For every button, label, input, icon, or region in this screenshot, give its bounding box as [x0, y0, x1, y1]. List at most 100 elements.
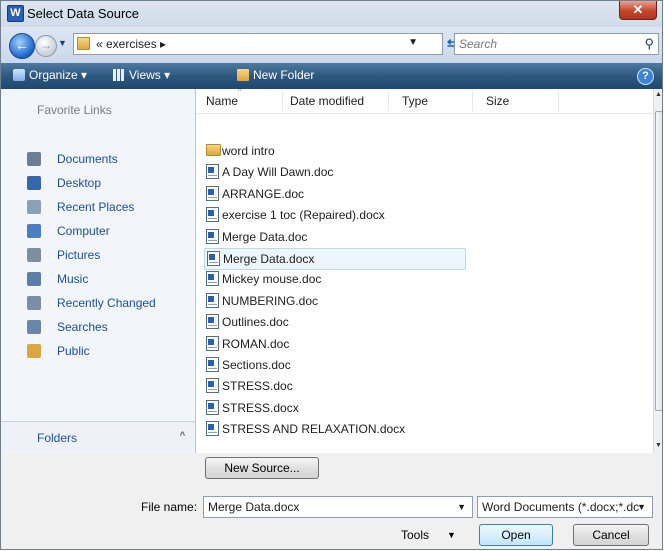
- file-name: A Day Will Dawn.doc: [222, 165, 334, 180]
- column-divider[interactable]: [472, 91, 473, 111]
- file-row[interactable]: A Day Will Dawn.doc: [204, 162, 466, 184]
- new-folder-icon: [237, 69, 249, 81]
- chevron-down-icon[interactable]: ▼: [408, 37, 418, 48]
- file-row[interactable]: NUMBERING.doc: [204, 291, 466, 313]
- folder-icon: [77, 37, 90, 50]
- file-name-label: File name:: [141, 500, 198, 514]
- title-bar: W Select Data Source ✕: [1, 1, 662, 27]
- music-icon: [27, 272, 41, 286]
- file-row[interactable]: STRESS.doc: [204, 376, 466, 398]
- favorite-links-header: Favorite Links: [37, 103, 112, 117]
- file-row[interactable]: ROMAN.doc: [204, 334, 466, 356]
- word-app-icon: W: [7, 5, 24, 22]
- word-document-icon: [206, 357, 219, 372]
- file-name: exercise 1 toc (Repaired).docx: [222, 208, 385, 223]
- file-name-value[interactable]: Merge Data.docx: [208, 500, 299, 514]
- file-type-select[interactable]: Word Documents (*.docx;*.dc ▼: [477, 496, 653, 518]
- file-row[interactable]: STRESS.docx: [204, 398, 466, 420]
- chevron-down-icon[interactable]: ▼: [457, 502, 466, 512]
- tools-button[interactable]: Tools: [401, 528, 429, 542]
- file-name: STRESS AND RELAXATION.docx: [222, 422, 406, 437]
- column-name[interactable]: Name: [206, 94, 238, 108]
- word-document-icon: [206, 164, 219, 180]
- vertical-scrollbar[interactable]: ▲ ▼: [653, 89, 662, 453]
- window-title: Select Data Source: [27, 6, 140, 21]
- word-document-icon: [206, 228, 219, 244]
- favorite-link-label: Recent Places: [57, 200, 135, 214]
- new-folder-label: New Folder: [253, 68, 315, 82]
- help-icon[interactable]: ?: [637, 68, 654, 85]
- navigation-pane: Favorite Links Documents Desktop Recent Pl…: [1, 89, 196, 453]
- favorite-link-label: Public: [57, 344, 90, 358]
- search-input[interactable]: Search ⚲: [454, 33, 659, 55]
- column-divider[interactable]: [388, 91, 389, 111]
- close-button[interactable]: ✕: [619, 1, 657, 20]
- file-name: word intro: [222, 144, 275, 158]
- public-icon: [27, 344, 41, 358]
- file-name: Merge Data.docx: [223, 252, 315, 266]
- file-name: ARRANGE.doc: [222, 186, 305, 201]
- chevron-down-icon[interactable]: ▼: [637, 502, 646, 512]
- chevron-up-icon[interactable]: ^: [180, 430, 185, 442]
- search-icon[interactable]: ⚲: [644, 36, 654, 52]
- word-document-icon: [206, 292, 219, 308]
- file-name-field[interactable]: Merge Data.docx ▼: [203, 496, 473, 518]
- file-name: Merge Data.doc: [222, 229, 308, 244]
- file-name: ROMAN.doc: [222, 336, 290, 351]
- file-row[interactable]: Sections.doc: [204, 355, 466, 377]
- views-button[interactable]: Views ▾: [113, 68, 170, 82]
- column-date-modified[interactable]: Date modified: [290, 94, 364, 108]
- forward-button[interactable]: →: [35, 35, 57, 57]
- recent-pages-dropdown-icon[interactable]: ▼: [58, 38, 67, 48]
- file-row[interactable]: Mickey mouse.doc: [204, 269, 466, 291]
- file-name: STRESS.docx: [222, 400, 299, 415]
- computer-icon: [27, 224, 41, 238]
- searches-icon: [27, 320, 41, 334]
- file-row-selected[interactable]: Merge Data.docx: [204, 248, 466, 270]
- scroll-up-icon[interactable]: ▲: [655, 91, 662, 98]
- open-button[interactable]: Open: [479, 524, 553, 546]
- scroll-down-icon[interactable]: ▼: [655, 442, 662, 449]
- word-document-icon: [206, 421, 219, 437]
- word-document-icon: [206, 399, 219, 415]
- scrollbar-thumb[interactable]: [655, 111, 662, 411]
- file-name: NUMBERING.doc: [222, 293, 319, 308]
- chevron-down-icon[interactable]: ▼: [447, 530, 456, 540]
- column-divider[interactable]: [282, 91, 283, 111]
- dialog-footer: New Source... File name: Merge Data.docx…: [1, 453, 662, 549]
- file-type-value[interactable]: Word Documents (*.docx;*.dc: [482, 500, 639, 514]
- new-source-button[interactable]: New Source...: [205, 457, 319, 479]
- file-name: Outlines.doc: [222, 315, 289, 330]
- file-row[interactable]: exercise 1 toc (Repaired).docx: [204, 205, 466, 227]
- cancel-button[interactable]: Cancel: [573, 524, 649, 546]
- folders-toggle[interactable]: Folders ^: [1, 421, 195, 452]
- file-row[interactable]: ARRANGE.doc: [204, 184, 466, 206]
- documents-icon: [27, 152, 41, 166]
- file-row[interactable]: Outlines.doc: [204, 312, 466, 334]
- column-type[interactable]: Type: [402, 94, 428, 108]
- select-data-source-dialog: W Select Data Source ✕ ← → ▼ « exercises…: [0, 0, 663, 550]
- file-row[interactable]: Merge Data.doc: [204, 227, 466, 249]
- file-row[interactable]: word intro: [204, 141, 466, 163]
- views-icon: [113, 69, 125, 81]
- breadcrumb[interactable]: « exercises ▸ ▼: [73, 33, 443, 55]
- file-row[interactable]: STRESS AND RELAXATION.docx: [204, 419, 466, 441]
- organize-button[interactable]: Organize ▾: [13, 68, 87, 82]
- new-folder-button[interactable]: New Folder: [237, 68, 314, 82]
- file-name: Mickey mouse.doc: [222, 272, 322, 287]
- word-document-icon: [206, 335, 219, 351]
- views-label: Views ▾: [129, 68, 171, 82]
- recently-changed-icon: [27, 296, 41, 310]
- breadcrumb-path[interactable]: « exercises ▸: [96, 37, 166, 51]
- word-document-icon: [206, 314, 219, 330]
- column-divider[interactable]: [558, 91, 559, 111]
- address-bar: ← → ▼ « exercises ▸ ▼ ⇆ Search ⚲: [1, 27, 662, 63]
- column-size[interactable]: Size: [486, 94, 509, 108]
- folders-label: Folders: [37, 431, 78, 445]
- column-header-row: Name ^ Date modified Type Size: [196, 89, 653, 114]
- favorite-link-label: Desktop: [57, 176, 102, 190]
- favorite-link-label: Searches: [57, 320, 108, 334]
- back-button[interactable]: ←: [9, 33, 35, 59]
- file-list: Name ^ Date modified Type Size word intr…: [196, 89, 653, 453]
- organize-label: Organize ▾: [29, 68, 88, 82]
